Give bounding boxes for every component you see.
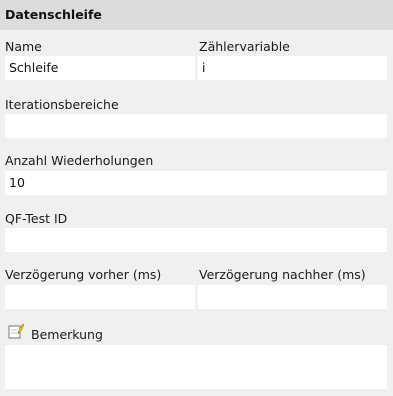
iteration-ranges-field[interactable] xyxy=(5,114,387,138)
note-pencil-icon xyxy=(8,323,25,339)
qftest-id-field[interactable] xyxy=(5,228,387,252)
name-label: Name xyxy=(5,39,42,54)
comment-textarea[interactable] xyxy=(5,345,387,389)
delay-before-field[interactable] xyxy=(5,285,195,309)
counter-variable-field[interactable]: i xyxy=(198,56,387,80)
iteration-ranges-label: Iterationsbereiche xyxy=(5,97,119,112)
comment-label: Bemerkung xyxy=(31,327,103,342)
delay-after-field[interactable] xyxy=(198,285,387,309)
repetitions-label: Anzahl Wiederholungen xyxy=(5,153,154,168)
panel-header: Datenschleife xyxy=(0,0,393,30)
repetitions-field[interactable]: 10 xyxy=(5,171,387,195)
counter-variable-label: Zählervariable xyxy=(199,39,290,54)
delay-before-label: Verzögerung vorher (ms) xyxy=(5,267,162,282)
panel-title: Datenschleife xyxy=(5,7,102,22)
qftest-id-label: QF-Test ID xyxy=(5,211,68,226)
delay-after-label: Verzögerung nachher (ms) xyxy=(199,267,366,282)
name-field[interactable]: Schleife xyxy=(5,56,195,80)
